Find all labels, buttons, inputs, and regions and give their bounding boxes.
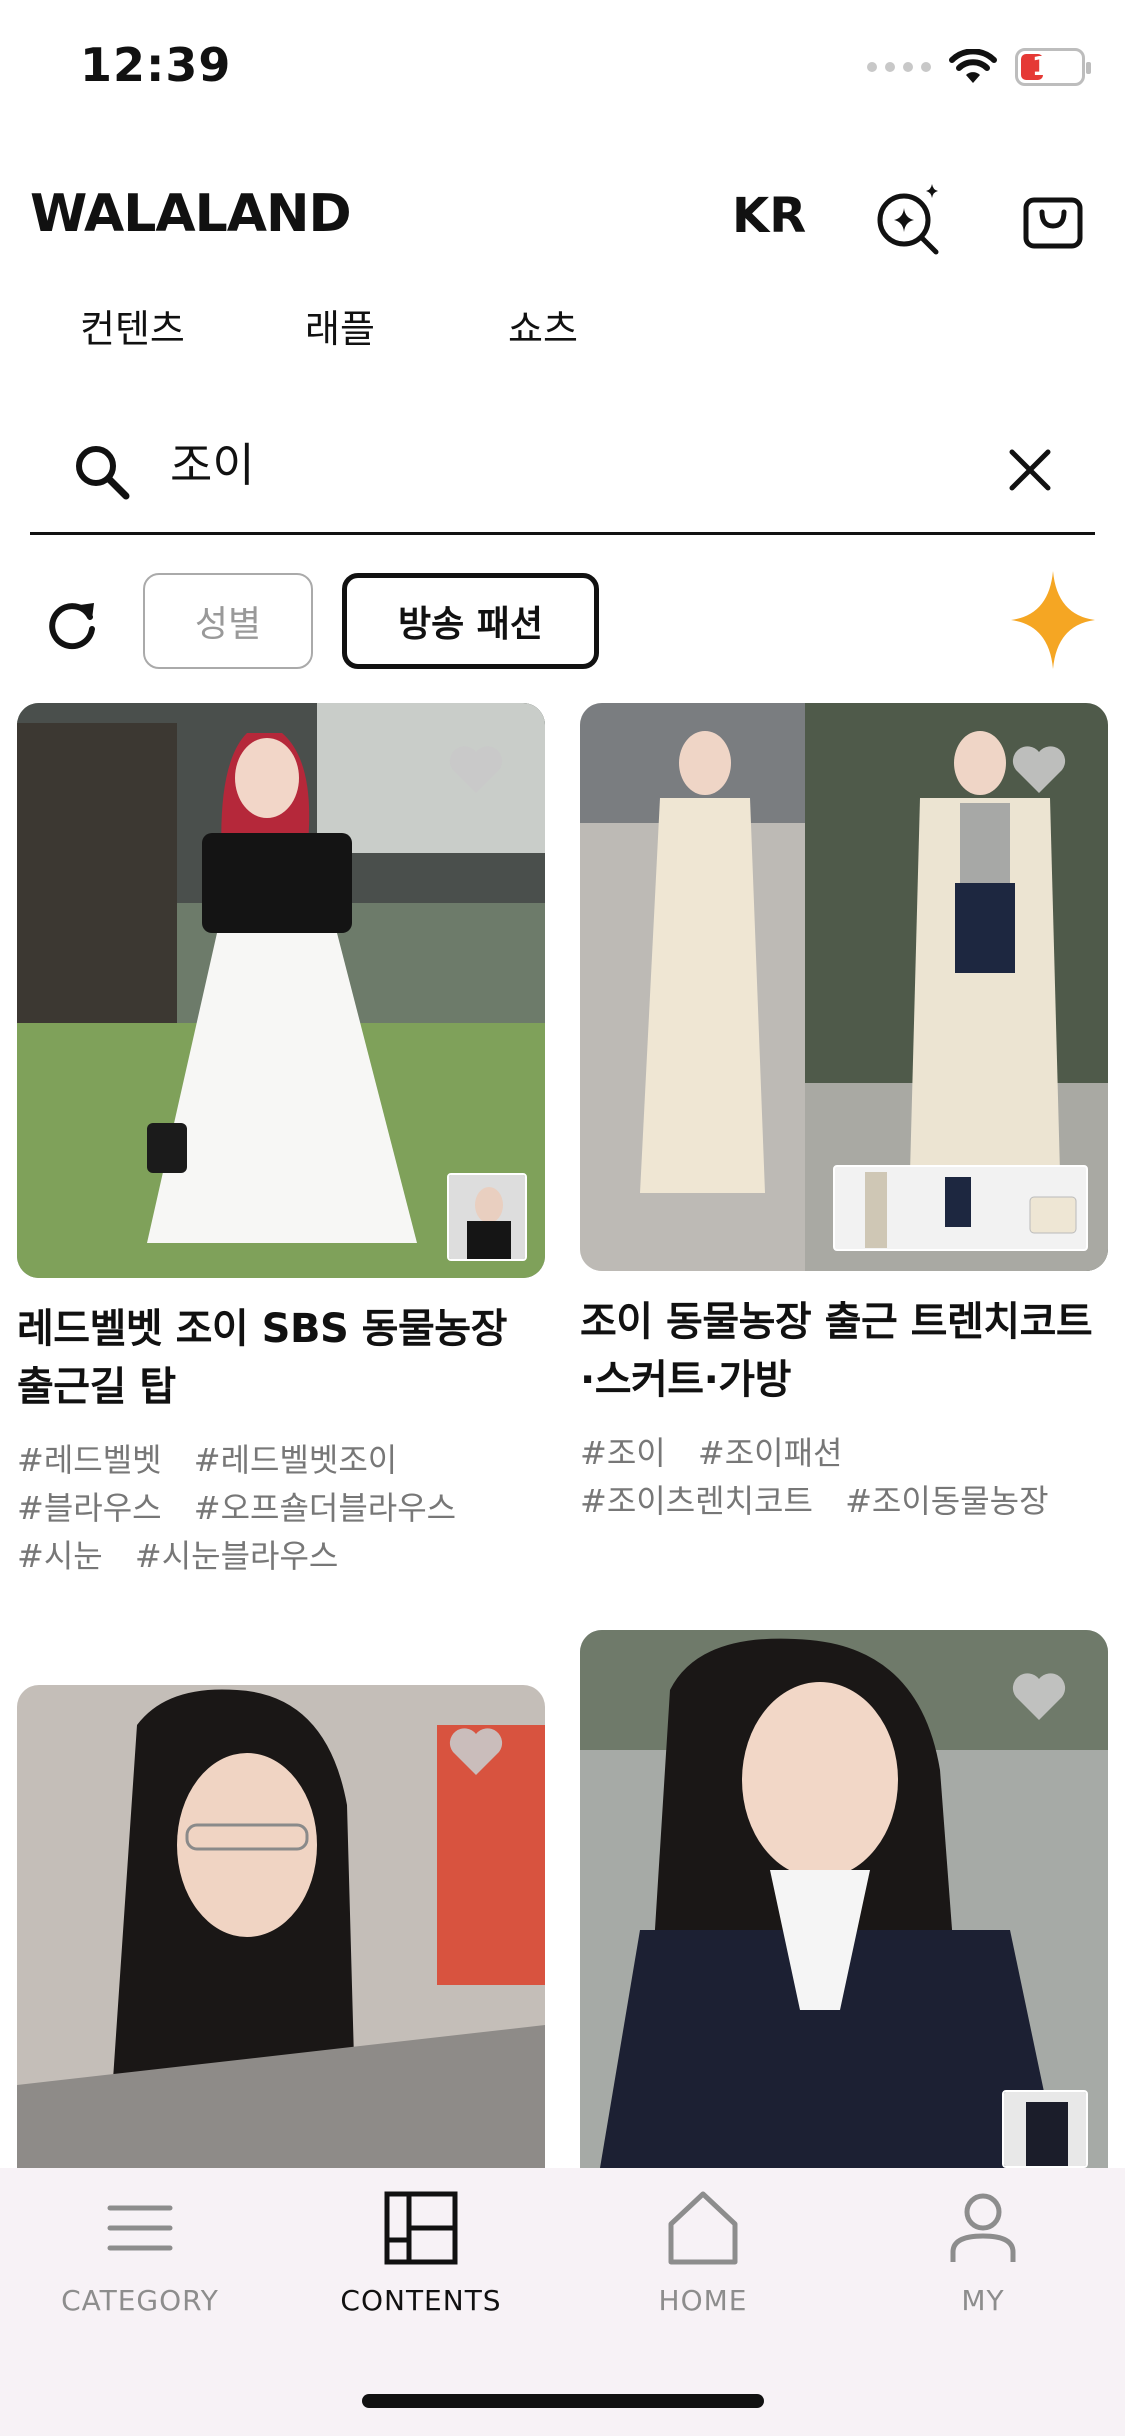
app-logo[interactable]: WALALAND [30, 184, 352, 244]
tag[interactable]: #조이 [580, 1429, 666, 1477]
nav-label: CATEGORY [61, 2284, 219, 2317]
grid-layout-icon [384, 2191, 458, 2265]
product-thumbnail[interactable] [1002, 2090, 1088, 2168]
ai-search-icon[interactable] [870, 178, 950, 258]
tab-contents[interactable]: 컨텐츠 [80, 298, 185, 353]
clear-search-icon[interactable] [1000, 440, 1060, 500]
tab-raffle[interactable]: 래플 [305, 298, 375, 353]
signal-icon [867, 62, 931, 72]
product-thumbnail[interactable] [447, 1173, 527, 1261]
home-indicator [362, 2394, 764, 2408]
heart-icon[interactable] [447, 743, 505, 795]
content-card[interactable] [17, 1685, 545, 2168]
status-icons: 15 [867, 48, 1091, 86]
product-thumbnail[interactable] [833, 1165, 1088, 1251]
tag[interactable]: #시눈 [17, 1532, 103, 1580]
broadcast-fashion-chip[interactable]: 방송 패션 [342, 573, 599, 669]
tag[interactable]: #레드벨벳조이 [194, 1436, 397, 1484]
user-icon [950, 2193, 1016, 2262]
search-icon [76, 446, 130, 500]
content-card[interactable]: 조이 동물농장 출근 트렌치코트 ·스커트·가방 #조이 #조이패션 #조이츠렌… [580, 703, 1108, 1525]
content-card[interactable]: 레드벨벳 조이 SBS 동물농장 출근길 탑 #레드벨벳 #레드벨벳조이 #블라… [17, 703, 545, 1580]
nav-label: CONTENTS [340, 2284, 502, 2317]
card-tags: #레드벨벳 #레드벨벳조이 #블라우스 #오프숄더블라우스 #시눈 #시눈블라우… [17, 1436, 545, 1580]
tag[interactable]: #조이츠렌치코트 [580, 1477, 813, 1525]
status-time: 12:39 [80, 38, 232, 92]
card-image[interactable] [17, 703, 545, 1278]
tag[interactable]: #레드벨벳 [17, 1436, 162, 1484]
content-card[interactable] [580, 1630, 1108, 2168]
search-input[interactable] [170, 422, 970, 502]
nav-my[interactable]: MY [873, 2188, 1093, 2317]
wifi-icon [949, 49, 997, 83]
gender-filter-chip[interactable]: 성별 [143, 573, 313, 669]
heart-icon[interactable] [1010, 743, 1068, 795]
language-toggle[interactable]: KR [732, 188, 806, 244]
status-bar: 12:39 15 [0, 0, 1125, 140]
tag[interactable]: #오프숄더블라우스 [194, 1484, 456, 1532]
battery-icon: 15 [1015, 48, 1091, 86]
refresh-icon[interactable] [40, 591, 104, 655]
heart-icon[interactable] [447, 1725, 505, 1777]
battery-level: 15 [1031, 52, 1069, 82]
tag[interactable]: #블라우스 [17, 1484, 162, 1532]
menu-icon [107, 2205, 173, 2251]
card-image[interactable] [580, 1630, 1108, 2168]
app-header: WALALAND KR [0, 170, 1125, 260]
top-tabs: 컨텐츠 래플 쇼츠 [0, 290, 1125, 360]
nav-label: MY [961, 2284, 1005, 2317]
nav-home[interactable]: HOME [593, 2188, 813, 2317]
card-image[interactable] [17, 1685, 545, 2168]
card-image[interactable] [580, 703, 1108, 1271]
card-tags: #조이 #조이패션 #조이츠렌치코트 #조이동물농장 [580, 1429, 1108, 1525]
search-bar [30, 410, 1095, 535]
shopping-bag-icon[interactable] [1018, 182, 1088, 252]
nav-label: HOME [658, 2284, 748, 2317]
home-icon [668, 2191, 738, 2265]
card-title[interactable]: 조이 동물농장 출근 트렌치코트 ·스커트·가방 [580, 1293, 1108, 1409]
tag[interactable]: #조이패션 [698, 1429, 843, 1477]
heart-icon[interactable] [1010, 1670, 1068, 1722]
filter-row: 성별 방송 패션 [0, 565, 1125, 675]
tab-shorts[interactable]: 쇼츠 [508, 298, 578, 353]
tag[interactable]: #조이동물농장 [845, 1477, 1048, 1525]
nav-category[interactable]: CATEGORY [30, 2188, 250, 2317]
tag[interactable]: #시눈블라우스 [135, 1532, 338, 1580]
nav-contents[interactable]: CONTENTS [311, 2188, 531, 2317]
sparkle-icon[interactable] [1005, 565, 1101, 675]
card-title[interactable]: 레드벨벳 조이 SBS 동물농장 출근길 탑 [17, 1300, 545, 1416]
